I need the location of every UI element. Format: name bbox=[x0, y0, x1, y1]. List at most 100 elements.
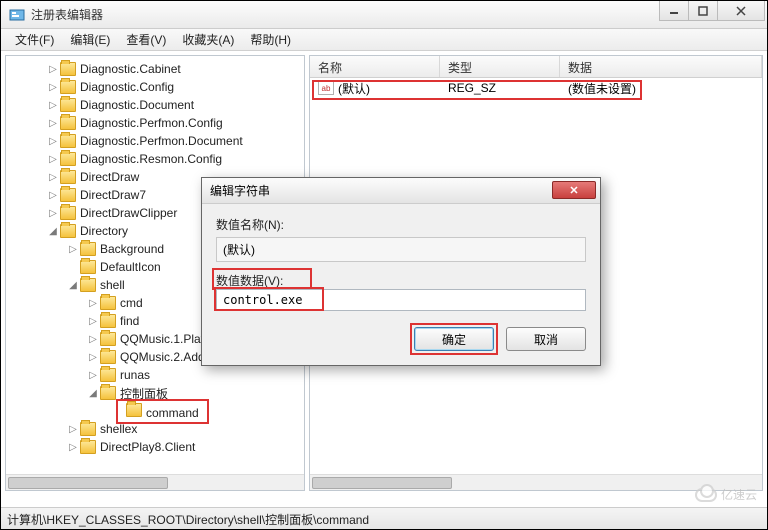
folder-icon bbox=[100, 296, 116, 310]
tree-label: DirectPlay8.Client bbox=[100, 440, 195, 454]
twisty-icon[interactable]: ▷ bbox=[86, 334, 100, 345]
twisty-icon[interactable]: ▷ bbox=[66, 244, 80, 255]
col-type[interactable]: 类型 bbox=[440, 56, 560, 77]
twisty-icon[interactable]: ▷ bbox=[46, 154, 60, 165]
value-type: REG_SZ bbox=[440, 81, 560, 95]
string-value-icon: ab bbox=[318, 81, 334, 95]
twisty-icon[interactable]: ▷ bbox=[46, 82, 60, 93]
folder-icon bbox=[126, 403, 142, 417]
tree-item[interactable]: ▷ Diagnostic.Config bbox=[6, 78, 304, 96]
tree-label: DirectDraw7 bbox=[80, 188, 146, 202]
folder-icon bbox=[60, 206, 76, 220]
tree-label: runas bbox=[120, 368, 150, 382]
tree-label: Diagnostic.Perfmon.Config bbox=[80, 116, 223, 130]
tree-label: cmd bbox=[120, 296, 143, 310]
col-data[interactable]: 数据 bbox=[560, 56, 762, 77]
tree-item[interactable]: ▷ Diagnostic.Resmon.Config bbox=[6, 150, 304, 168]
tree-label: Diagnostic.Perfmon.Document bbox=[80, 134, 243, 148]
twisty-icon[interactable]: ▷ bbox=[86, 352, 100, 363]
tree-label: command bbox=[146, 406, 199, 420]
twisty-icon[interactable]: ▷ bbox=[66, 424, 80, 435]
close-button[interactable] bbox=[717, 1, 765, 21]
statusbar: 计算机\HKEY_CLASSES_ROOT\Directory\shell\控制… bbox=[1, 507, 767, 529]
list-header: 名称 类型 数据 bbox=[310, 56, 762, 78]
twisty-icon[interactable]: ▷ bbox=[86, 316, 100, 327]
window-title: 注册表编辑器 bbox=[31, 6, 103, 23]
tree-item[interactable]: ▷ shellex bbox=[6, 420, 304, 438]
folder-icon bbox=[100, 368, 116, 382]
tree-item[interactable]: ▷Diagnostic.Cabinet bbox=[6, 60, 304, 78]
twisty-icon[interactable]: ▷ bbox=[46, 100, 60, 111]
menu-favorites[interactable]: 收藏夹(A) bbox=[174, 29, 242, 50]
menu-edit[interactable]: 编辑(E) bbox=[62, 29, 118, 50]
twisty-icon[interactable]: ▷ bbox=[66, 442, 80, 453]
tree-item[interactable]: ▷ runas bbox=[6, 366, 304, 384]
titlebar: 注册表编辑器 bbox=[1, 1, 767, 29]
folder-icon bbox=[60, 98, 76, 112]
folder-icon bbox=[100, 350, 116, 364]
twisty-icon[interactable]: ◢ bbox=[46, 226, 60, 237]
tree-item[interactable]: ◢ 控制面板 bbox=[6, 384, 304, 402]
minimize-button[interactable] bbox=[659, 1, 689, 21]
menu-view[interactable]: 查看(V) bbox=[118, 29, 174, 50]
folder-icon bbox=[80, 440, 96, 454]
twisty-icon[interactable]: ▷ bbox=[46, 172, 60, 183]
tree-label: DirectDrawClipper bbox=[80, 206, 177, 220]
folder-icon bbox=[60, 134, 76, 148]
dialog-titlebar[interactable]: 编辑字符串 ✕ bbox=[202, 178, 600, 204]
menu-help[interactable]: 帮助(H) bbox=[242, 29, 299, 50]
folder-icon bbox=[60, 116, 76, 130]
tree-label: Background bbox=[100, 242, 164, 256]
tree-item[interactable]: ▷ Diagnostic.Document bbox=[6, 96, 304, 114]
tree-label: DirectDraw bbox=[80, 170, 139, 184]
folder-icon bbox=[60, 80, 76, 94]
value-data: (数值未设置) bbox=[560, 80, 762, 97]
tree-label: shellex bbox=[100, 422, 137, 436]
folder-icon bbox=[80, 422, 96, 436]
tree-hscroll[interactable] bbox=[6, 474, 304, 490]
tree-label: find bbox=[120, 314, 139, 328]
folder-icon bbox=[60, 62, 76, 76]
tree-label: QQMusic.2.Add bbox=[120, 350, 205, 364]
col-name[interactable]: 名称 bbox=[310, 56, 440, 77]
folder-icon bbox=[100, 386, 116, 400]
folder-icon bbox=[100, 314, 116, 328]
watermark-text: 亿速云 bbox=[721, 486, 757, 503]
tree-item[interactable]: command bbox=[6, 402, 304, 420]
twisty-icon[interactable]: ▷ bbox=[46, 136, 60, 147]
twisty-icon[interactable]: ▷ bbox=[46, 64, 60, 75]
cloud-icon bbox=[695, 488, 717, 502]
folder-icon bbox=[80, 260, 96, 274]
watermark-logo: 亿速云 bbox=[695, 486, 757, 503]
twisty-icon[interactable]: ▷ bbox=[46, 118, 60, 129]
folder-icon bbox=[100, 332, 116, 346]
tree-item[interactable]: ▷ Diagnostic.Perfmon.Document bbox=[6, 132, 304, 150]
twisty-icon[interactable]: ▷ bbox=[46, 208, 60, 219]
folder-icon bbox=[60, 170, 76, 184]
statusbar-path: 计算机\HKEY_CLASSES_ROOT\Directory\shell\控制… bbox=[7, 513, 369, 527]
twisty-icon[interactable]: ▷ bbox=[86, 298, 100, 309]
menu-file[interactable]: 文件(F) bbox=[7, 29, 62, 50]
twisty-icon[interactable]: ▷ bbox=[86, 370, 100, 381]
tree-label: Diagnostic.Config bbox=[80, 80, 174, 94]
twisty-icon[interactable]: ◢ bbox=[86, 388, 100, 399]
value-data-input[interactable] bbox=[216, 289, 586, 311]
ok-button[interactable]: 确定 bbox=[414, 327, 494, 351]
twisty-icon[interactable]: ▷ bbox=[46, 190, 60, 201]
value-name-readonly: (默认) bbox=[216, 237, 586, 262]
value-name: (默认) bbox=[338, 80, 370, 97]
tree-item[interactable]: ▷ DirectPlay8.Client bbox=[6, 438, 304, 456]
tree-label: 控制面板 bbox=[120, 385, 168, 402]
twisty-icon[interactable]: ◢ bbox=[66, 280, 80, 291]
dialog-close-button[interactable]: ✕ bbox=[552, 181, 596, 199]
maximize-button[interactable] bbox=[688, 1, 718, 21]
tree-label: Diagnostic.Resmon.Config bbox=[80, 152, 222, 166]
value-name-label: 数值名称(N): bbox=[216, 216, 586, 233]
folder-icon bbox=[80, 278, 96, 292]
list-row-default[interactable]: ab (默认) REG_SZ (数值未设置) bbox=[310, 78, 762, 98]
cancel-button[interactable]: 取消 bbox=[506, 327, 586, 351]
tree-label: Diagnostic.Document bbox=[80, 98, 194, 112]
tree-item[interactable]: ▷ Diagnostic.Perfmon.Config bbox=[6, 114, 304, 132]
folder-icon bbox=[60, 152, 76, 166]
dialog-title: 编辑字符串 bbox=[210, 182, 270, 199]
